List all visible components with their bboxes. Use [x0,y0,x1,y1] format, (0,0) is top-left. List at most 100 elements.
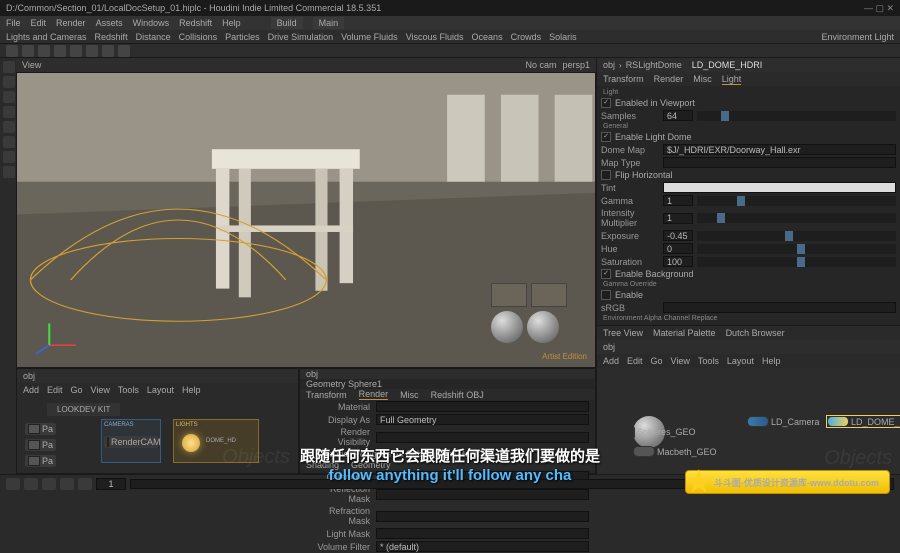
shelf-volume[interactable]: Volume Fluids [341,32,398,42]
maptype-field[interactable] [663,157,896,168]
node-spheres[interactable]: Spheres_GEO [633,416,665,448]
pa-node[interactable]: Pa [25,439,56,451]
network-canvas-right[interactable]: Spheres_GEO Macbeth_GEO LD_Camera LD_DOM… [597,368,900,474]
shelf-solaris[interactable]: Solaris [549,32,577,42]
frame-start[interactable]: 1 [96,478,126,490]
rtab-mat[interactable]: Material Palette [653,328,716,338]
shelf-viscous[interactable]: Viscous Fluids [406,32,464,42]
tool-icon[interactable] [86,45,98,57]
tool-icon[interactable] [118,45,130,57]
exposure-field[interactable]: -0.45 [663,230,693,241]
bc-obj[interactable]: obj [603,60,615,70]
reflmask-field[interactable] [376,489,589,500]
ptab-transform[interactable]: Transform [603,74,644,84]
viewport-nocam[interactable]: No cam [525,60,556,70]
menu-redshift[interactable]: Redshift [179,18,212,28]
tab-transform[interactable]: Transform [306,390,347,400]
enabled-vp-check[interactable] [601,98,611,108]
samples-field[interactable]: 64 [663,110,693,121]
gamma-field[interactable]: 1 [663,195,693,206]
tab-help[interactable]: Help [182,385,201,395]
gamma-slider[interactable] [697,196,896,206]
ptab-render[interactable]: Render [654,74,684,84]
rtab-dutch[interactable]: Dutch Browser [726,328,785,338]
tool-d[interactable] [3,166,15,178]
samples-slider[interactable] [697,111,896,121]
tool-icon[interactable] [70,45,82,57]
shelf-lights[interactable]: Lights and Cameras [6,32,87,42]
tab-go[interactable]: Go [71,385,83,395]
node-macbeth[interactable]: Macbeth_GEO [633,446,717,457]
pa-node[interactable]: Pa [25,423,56,435]
play-last[interactable] [78,478,92,490]
domemap-field[interactable]: $J/_HDRI/EXR/Doorway_Hall.exr [663,144,896,155]
tool-b[interactable] [3,136,15,148]
desktop-main[interactable]: Main [313,17,345,29]
tool-icon[interactable] [6,45,18,57]
viewport-persp[interactable]: persp1 [562,60,590,70]
breadcrumb-obj[interactable]: obj [23,371,35,381]
tool-icon[interactable] [54,45,66,57]
node-camera[interactable]: LD_Camera [747,416,820,427]
enable-go-check[interactable] [601,290,611,300]
tab-layout[interactable]: Layout [147,385,174,395]
pa-node[interactable]: Pa [25,455,56,467]
play-prev[interactable] [24,478,38,490]
bc-rslight[interactable]: RSLightDome [626,60,682,70]
menu-help[interactable]: Help [222,18,241,28]
shelf-crowds[interactable]: Crowds [511,32,542,42]
tool-move[interactable] [3,76,15,88]
play-play[interactable] [42,478,56,490]
menu-file[interactable]: File [6,18,21,28]
tool-c[interactable] [3,151,15,163]
tab-rsobj[interactable]: Redshift OBJ [431,390,484,400]
tab-render[interactable]: Render [359,389,389,400]
shelf-drive[interactable]: Drive Simulation [268,32,334,42]
tab-misc[interactable]: Misc [400,390,419,400]
tab-view[interactable]: View [91,385,110,395]
enablebg-check[interactable] [601,269,611,279]
rtab-tree[interactable]: Tree View [603,328,643,338]
ptab-light[interactable]: Light [722,74,742,85]
ptab-misc[interactable]: Misc [693,74,712,84]
shelf-redshift[interactable]: Redshift [95,32,128,42]
menu-windows[interactable]: Windows [133,18,170,28]
sat-slider[interactable] [697,257,896,267]
play-next[interactable] [60,478,74,490]
tool-icon[interactable] [102,45,114,57]
hue-slider[interactable] [697,244,896,254]
menu-render[interactable]: Render [56,18,86,28]
tab-add[interactable]: Add [23,385,39,395]
fliph-check[interactable] [601,170,611,180]
refrmask-field[interactable] [376,511,589,522]
exposure-slider[interactable] [697,231,896,241]
shelf-distance[interactable]: Distance [136,32,171,42]
enable-light-check[interactable] [601,132,611,142]
node-canvas-left[interactable]: LOOKDEV KIT Pa Pa Pa CAMERAS RenderCAM L… [17,397,298,473]
menu-assets[interactable]: Assets [96,18,123,28]
shelf-collisions[interactable]: Collisions [179,32,218,42]
shelf-particles[interactable]: Particles [225,32,260,42]
intensity-slider[interactable] [697,213,896,223]
bc-hdri[interactable]: LD_DOME_HDRI [692,60,763,70]
sat-field[interactable]: 100 [663,256,693,267]
tool-icon[interactable] [38,45,50,57]
intensity-field[interactable]: 1 [663,213,693,224]
tab-tools[interactable]: Tools [118,385,139,395]
bc-obj2[interactable]: obj [603,342,615,352]
rendervis-field[interactable] [376,432,589,443]
srgb-field[interactable] [663,302,896,313]
tab-edit[interactable]: Edit [47,385,63,395]
desktop-build[interactable]: Build [271,17,303,29]
display-field[interactable]: Full Geometry [376,414,589,425]
hue-field[interactable]: 0 [663,243,693,254]
node-hdri[interactable]: LD_DOME_HDRI [827,416,900,427]
volumefilter-field[interactable]: * (default) [376,541,589,552]
tool-scale[interactable] [3,106,15,118]
viewport-3d[interactable]: Artist Edition [16,72,596,368]
tool-icon[interactable] [22,45,34,57]
shelf-oceans[interactable]: Oceans [472,32,503,42]
menu-edit[interactable]: Edit [31,18,47,28]
play-first[interactable] [6,478,20,490]
tint-field[interactable] [663,182,896,193]
